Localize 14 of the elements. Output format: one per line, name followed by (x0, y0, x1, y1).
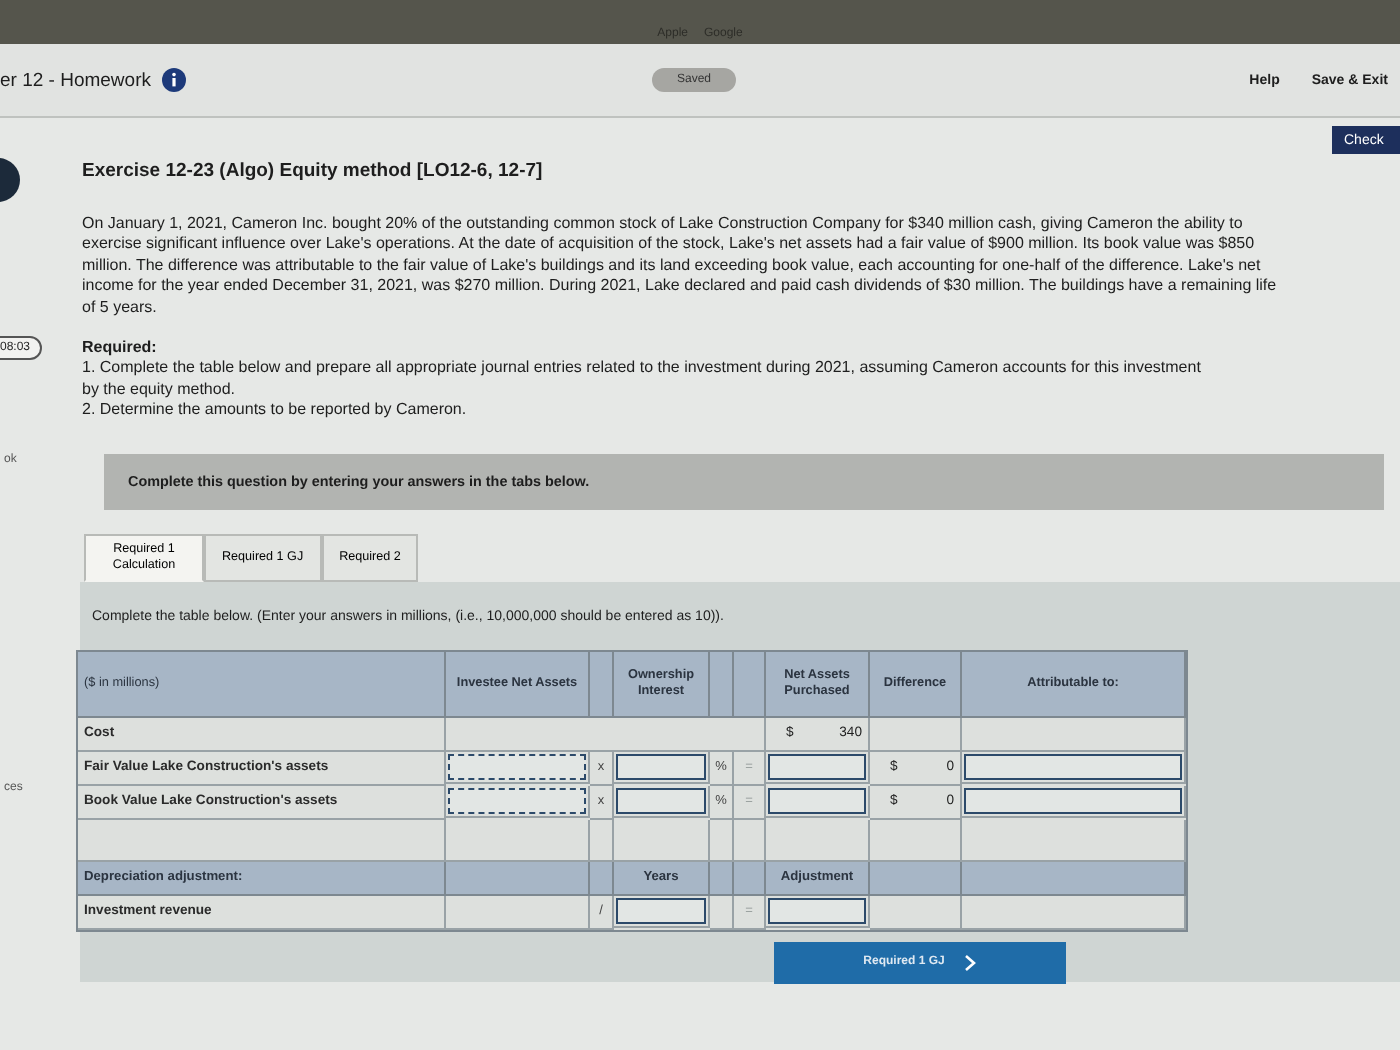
info-icon[interactable] (161, 68, 185, 92)
header-cell (446, 861, 590, 896)
header-cell (710, 861, 734, 896)
chevron-right-icon (964, 953, 977, 972)
assignment-title: er 12 - Homework (0, 69, 151, 91)
header-cell (734, 861, 766, 896)
requirement-text: 1. Complete the table below and prepare all appropriate journal entries related to the investment during 2021, assuming Cameron accounts for this investment by the equity method. (82, 358, 1203, 401)
header-cell (590, 861, 614, 896)
required-heading: Required: (82, 338, 159, 359)
exercise-title: Exercise 12-23 (Algo) Equity method [LO12-6, 12-7] (82, 160, 545, 182)
header-cell (870, 861, 962, 896)
requirement-text: 2. Determine the amounts to be reported by Cameron. (82, 400, 469, 422)
table-cell (870, 895, 962, 930)
problem-paragraph: On January 1, 2021, Cameron Inc. bought 20% of the outstanding common stock of Lake Construction Company for $340 million cash, giving Cameron the ability to exercise significant influence over Lake's operations. At the date of acquisition of the stock, Lake's net assets had a fair value of $900 million. Its book value was $850 million. The difference was attributable to the fair value of Lake's buildings and its land exceeding book value, each accounting for one-half of the difference. Lake's net income for the year ended December 31, 2021, was $270 million. During 2021, Lake declared and paid cash dividends of $30 million. The buildings have a remaining life of 5 years. (82, 214, 1279, 319)
